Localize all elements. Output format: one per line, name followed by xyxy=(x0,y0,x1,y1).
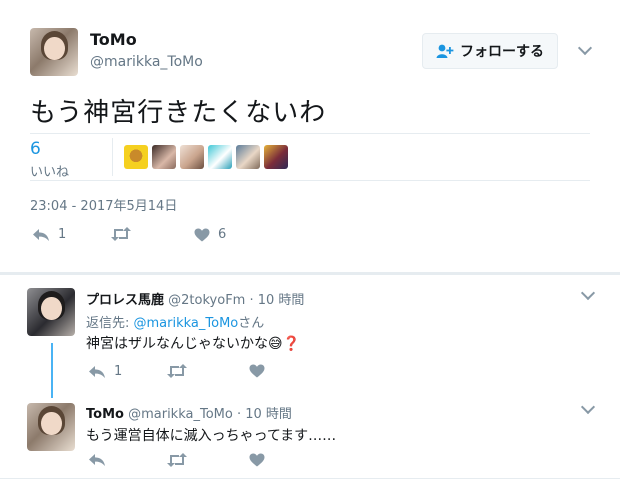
retweet-action[interactable] xyxy=(166,453,188,467)
retweet-icon xyxy=(167,364,187,378)
retweet-action[interactable] xyxy=(166,364,188,378)
reply-to-prefix: 返信先: xyxy=(86,316,134,331)
liker-avatar[interactable] xyxy=(180,145,204,169)
heart-icon xyxy=(249,364,265,378)
reply-header: ToMo @marikka_ToMo · 10 時間 xyxy=(86,403,292,422)
reply-icon xyxy=(89,365,105,378)
like-action[interactable] xyxy=(249,364,265,378)
author-handle[interactable]: @marikka_ToMo xyxy=(90,54,203,70)
reply-avatar[interactable] xyxy=(27,288,75,336)
add-user-icon xyxy=(436,44,454,58)
reply-action[interactable] xyxy=(88,453,106,467)
reply-display-name[interactable]: ToMo xyxy=(86,407,124,422)
reply-to-handle[interactable]: @marikka_ToMo xyxy=(134,316,239,331)
tweet-timestamp[interactable]: 23:04 - 2017年5月14日 xyxy=(30,195,177,214)
reply-avatar[interactable] xyxy=(27,403,75,451)
like-action[interactable]: 6 xyxy=(194,227,226,242)
reply-icon xyxy=(33,228,49,241)
reply-time[interactable]: · 10 時間 xyxy=(237,407,292,422)
reply-to-line: 返信先: @marikka_ToMoさん xyxy=(86,312,264,331)
chevron-down-icon[interactable] xyxy=(577,40,593,56)
reply-action[interactable]: 1 xyxy=(88,364,122,379)
liker-avatar[interactable] xyxy=(152,145,176,169)
reply-time[interactable]: · 10 時間 xyxy=(249,293,304,308)
heart-icon xyxy=(249,453,265,467)
reply-handle[interactable]: @2tokyoFm xyxy=(168,293,245,308)
liker-avatars xyxy=(124,145,288,169)
stats-separator xyxy=(112,138,113,176)
reply-display-name[interactable]: プロレス馬鹿 xyxy=(86,293,164,308)
reply-text: 神宮はザルなんじゃないかな😅❓ xyxy=(86,336,301,352)
retweet-icon xyxy=(111,227,131,241)
chevron-down-icon[interactable] xyxy=(580,285,596,301)
chevron-down-icon[interactable] xyxy=(580,399,596,415)
liker-avatar[interactable] xyxy=(236,145,260,169)
avatar-face xyxy=(44,36,65,60)
reply-count: 1 xyxy=(58,227,67,242)
retweet-action[interactable] xyxy=(110,227,132,241)
heart-icon xyxy=(194,228,210,241)
reply-handle[interactable]: @marikka_ToMo xyxy=(128,407,233,422)
author-avatar[interactable] xyxy=(30,28,78,76)
thread-connector xyxy=(51,343,53,398)
follow-button-label: フォローする xyxy=(460,44,544,60)
follow-button[interactable]: フォローする xyxy=(422,33,558,69)
reply-text: もう運営自体に滅入っちゃってます…… xyxy=(86,428,337,444)
likes-count[interactable]: 6 xyxy=(30,139,41,159)
avatar-face xyxy=(41,296,62,320)
author-display-name[interactable]: ToMo xyxy=(90,30,137,49)
tweet-text: もう神宮行きたくないわ xyxy=(30,98,327,128)
reply-count: 1 xyxy=(114,364,123,379)
liker-avatar[interactable] xyxy=(124,145,148,169)
divider xyxy=(30,133,590,134)
reply-icon xyxy=(89,454,105,466)
liker-avatar[interactable] xyxy=(208,145,232,169)
reply-action[interactable]: 1 xyxy=(32,227,66,242)
reply-to-suffix: さん xyxy=(238,316,265,331)
divider xyxy=(30,180,590,181)
replies-separator xyxy=(0,272,620,275)
avatar-face xyxy=(41,411,62,435)
reply-header: プロレス馬鹿 @2tokyoFm · 10 時間 xyxy=(86,289,304,308)
likes-label[interactable]: いいね xyxy=(30,161,69,180)
like-action[interactable] xyxy=(249,453,265,467)
divider xyxy=(0,478,620,479)
liker-avatar[interactable] xyxy=(264,145,288,169)
like-count: 6 xyxy=(218,227,227,242)
retweet-icon xyxy=(167,453,187,467)
